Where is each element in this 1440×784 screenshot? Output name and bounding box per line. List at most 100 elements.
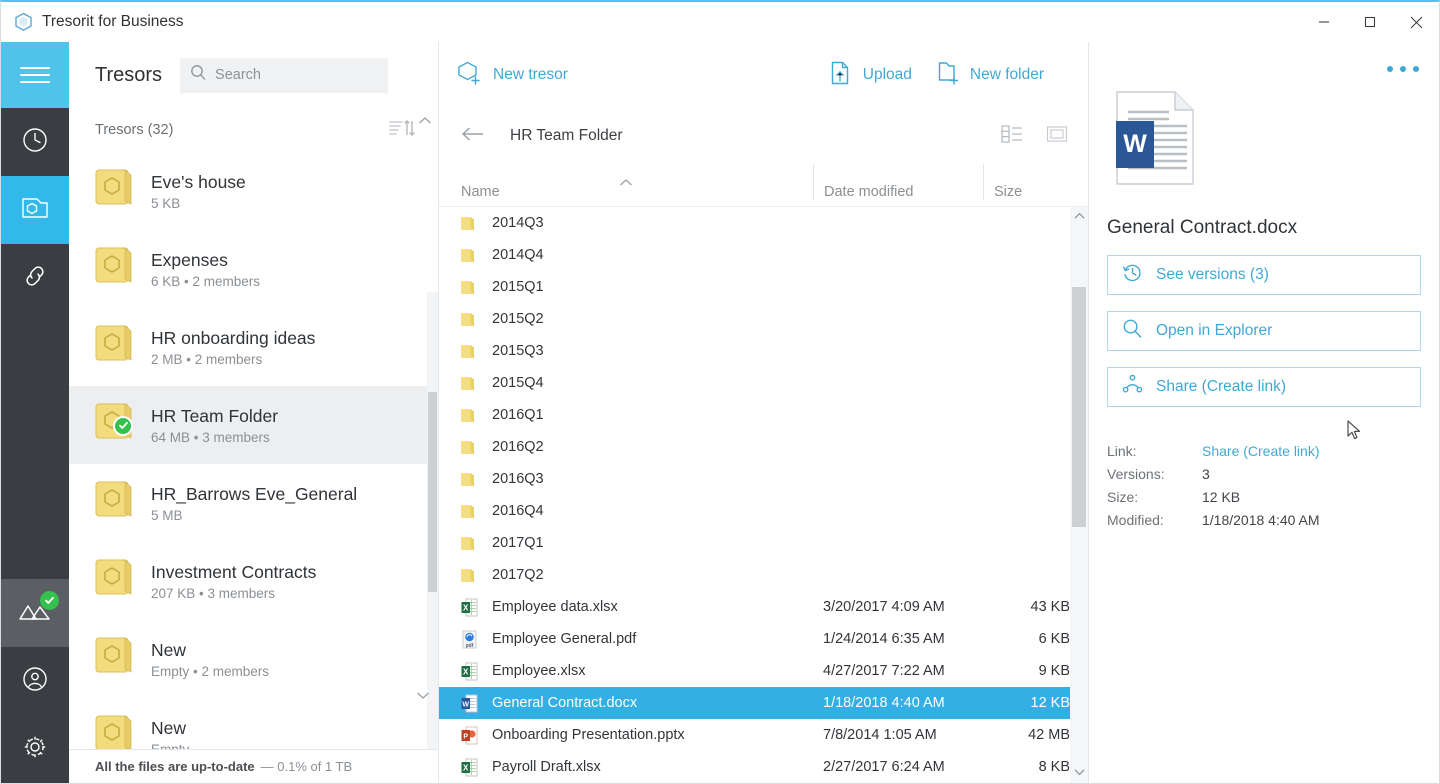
metadata-key: Size: [1107,488,1139,505]
svg-text:W: W [1123,130,1147,158]
column-header-name-label: Name [461,184,500,200]
files-panel: New tresor Upload New folder HR Team Fol… [439,42,1089,783]
tresor-list-item[interactable]: New Empty [69,698,438,749]
table-row[interactable]: 2016Q2 [439,431,1088,463]
svg-text:X: X [463,667,469,676]
tresor-item-texts: Expenses 6 KB • 2 members [151,250,260,289]
svg-text:W: W [462,701,469,708]
files-scrollbar-thumb[interactable] [1072,287,1086,527]
table-row[interactable]: 2015Q4 [439,367,1088,399]
folder-file-icon [461,247,485,264]
maximize-button[interactable] [1347,2,1393,42]
list-view-icon[interactable] [1001,124,1023,149]
chevron-up-icon[interactable] [418,114,432,128]
files-header: HR Team Folder [439,108,1088,164]
navigation-rail [1,42,69,783]
tresor-item-meta: 207 KB • 3 members [151,585,276,601]
sync-status-badge [40,591,59,610]
search-input[interactable]: Search [180,57,389,93]
table-row[interactable]: 2016Q1 [439,399,1088,431]
view-mode-toggles [1001,124,1068,149]
tresor-list-item[interactable]: HR_Barrows Eve_General 5 MB [69,464,438,542]
close-button[interactable] [1393,2,1439,42]
rail-item-activity[interactable] [1,579,69,647]
more-options-icon[interactable] [1387,66,1419,72]
pdf-file-icon: pdf [461,630,485,649]
column-header-size[interactable]: Size [983,164,1088,200]
tresor-folder-icon [95,401,141,450]
table-row[interactable]: 2014Q3 [439,207,1088,239]
table-row[interactable]: P Onboarding Presentation.pptx 7/8/2014 1:… [439,719,1088,751]
upload-button[interactable]: Upload [829,60,912,91]
table-row[interactable]: 2016Q4 [439,495,1088,527]
folder-file-icon [461,407,485,424]
magnifier-icon [1122,318,1143,344]
tresor-item-name: HR_Barrows Eve_General [151,483,358,504]
hamburger-menu-button[interactable] [1,42,69,108]
file-name-cell: General Contract.docx [492,695,638,711]
rail-item-account[interactable] [1,647,69,715]
files-list[interactable]: 2014Q3 2014Q4 2015Q1 2015Q2 2015Q3 2015Q4 2016… [439,206,1088,783]
tresor-list-item[interactable]: HR onboarding ideas 2 MB • 2 members [69,308,438,386]
table-row[interactable]: 2015Q3 [439,335,1088,367]
table-row[interactable]: 2017Q2 [439,559,1088,591]
open-in-explorer-button[interactable]: Open in Explorer [1107,311,1421,351]
file-date-cell: 7/8/2014 1:05 AM [823,727,937,743]
tresor-list-item[interactable]: HR Team Folder 64 MB • 3 members [69,386,438,464]
table-row[interactable]: 2014Q4 [439,239,1088,271]
file-name-cell: 2016Q2 [492,439,544,455]
tresor-folder-icon [95,713,141,749]
tresors-scrollbar-thumb[interactable] [428,392,437,592]
window-title: Tresorit for Business [42,13,184,30]
minimize-button[interactable] [1301,2,1347,42]
tresor-list-item[interactable]: New Empty • 2 members [69,620,438,698]
rail-item-tresors[interactable] [1,176,69,244]
table-row[interactable]: X Payroll Draft.xlsx 2/27/2017 6:24 AM 8 KB [439,751,1088,783]
rail-item-settings[interactable] [1,715,69,783]
share-create-link-button[interactable]: Share (Create link) [1107,367,1421,407]
tresors-list[interactable]: Eve's house 5 KB Expenses 6 KB • 2 members H… [69,152,438,749]
table-row[interactable]: 2015Q2 [439,303,1088,335]
files-scrollbar[interactable] [1070,207,1088,783]
tresor-item-texts: HR onboarding ideas 2 MB • 2 members [151,328,315,367]
table-row[interactable]: pdf Employee General.pdf 1/24/2014 6:35 AM… [439,623,1088,655]
table-row[interactable]: X Employee.xlsx 4/27/2017 7:22 AM 9 KB [439,655,1088,687]
search-placeholder: Search [215,67,261,83]
column-header-date[interactable]: Date modified [813,164,983,200]
file-date-cell: 4/27/2017 7:22 AM [823,663,945,679]
tresor-item-texts: Investment Contracts 207 KB • 3 members [151,562,316,601]
table-row[interactable]: 2015Q1 [439,271,1088,303]
back-arrow-icon[interactable] [461,126,485,146]
see-versions-button[interactable]: See versions (3) [1107,255,1421,295]
tresor-item-texts: New Empty • 2 members [151,640,269,679]
tresor-list-item[interactable]: Eve's house 5 KB [69,152,438,230]
table-row[interactable]: X Employee data.xlsx 3/20/2017 4:09 AM 43 K… [439,591,1088,623]
tile-view-icon[interactable] [1046,124,1068,149]
scroll-up-arrow-icon[interactable] [1074,207,1085,227]
clock-recent-icon [20,125,50,160]
svg-text:P: P [463,733,468,740]
tresor-item-meta: 5 KB [151,195,181,211]
rail-item-recent[interactable] [1,108,69,176]
metadata-row: Link: Share (Create link) [1107,439,1439,462]
title-bar: Tresorit for Business [1,2,1439,42]
tresor-list-item[interactable]: Investment Contracts 207 KB • 3 members [69,542,438,620]
excel-file-icon: X [461,598,485,617]
tresor-list-item[interactable]: Expenses 6 KB • 2 members [69,230,438,308]
breadcrumb[interactable]: HR Team Folder [510,127,623,145]
gear-settings-icon [20,732,50,767]
column-header-name[interactable]: Name [439,179,813,200]
scroll-down-arrow-icon[interactable] [1074,763,1085,783]
rail-item-links[interactable] [1,244,69,312]
tresors-scrollbar[interactable] [427,292,438,749]
table-row[interactable]: 2017Q1 [439,527,1088,559]
table-row[interactable]: W General Contract.docx 1/18/2018 4:40 AM 1… [439,687,1088,719]
sort-list-icon[interactable] [388,118,416,143]
new-tresor-button[interactable]: New tresor [457,60,568,91]
new-folder-button[interactable]: New folder [936,60,1044,91]
chevron-down-icon[interactable] [416,689,430,703]
table-row[interactable]: 2016Q3 [439,463,1088,495]
files-scrollbar-track[interactable] [1070,227,1088,763]
metadata-link-value[interactable]: Share (Create link) [1202,443,1320,459]
metadata-row: Versions: 3 [1107,462,1439,485]
